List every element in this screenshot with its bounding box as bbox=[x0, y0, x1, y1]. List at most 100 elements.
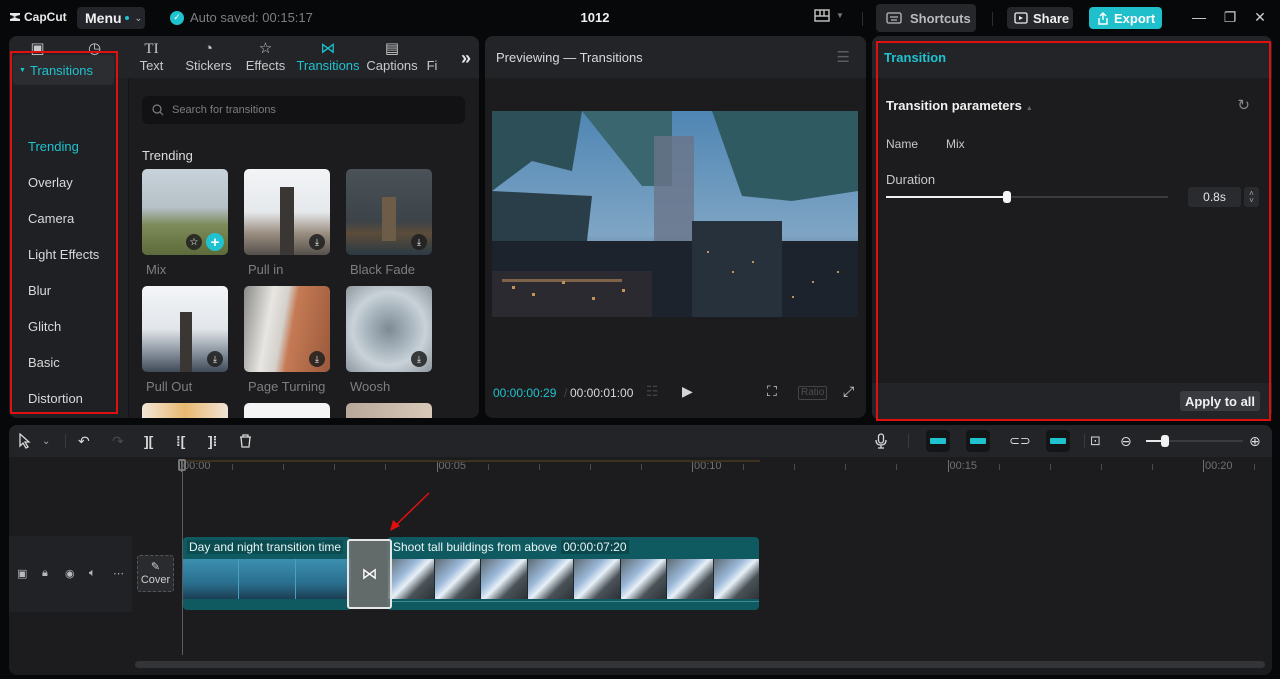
edit-pencil-icon: ✎ bbox=[150, 560, 161, 573]
transition-name: Mix bbox=[146, 262, 167, 277]
magnet-snap-toggle[interactable] bbox=[926, 430, 950, 452]
hamburger-menu-icon[interactable]: ☰ bbox=[837, 48, 850, 66]
download-icon[interactable]: ⤓ bbox=[207, 351, 223, 367]
caret-up-icon: ▲ bbox=[1025, 105, 1033, 112]
tab-effects[interactable]: ☆ Effects bbox=[237, 36, 294, 78]
transition-thumb-pull-in[interactable]: ⤓ bbox=[244, 169, 330, 255]
work-area-bar bbox=[182, 460, 760, 462]
capcut-logo-icon bbox=[10, 13, 20, 21]
cover-button[interactable]: ✎ Cover bbox=[137, 555, 174, 592]
split-right-icon[interactable]: ]⁞ bbox=[208, 432, 217, 450]
duration-label: Duration bbox=[886, 172, 936, 187]
layout-icon bbox=[814, 9, 830, 22]
duration-slider[interactable] bbox=[886, 191, 1168, 203]
ruler-tick bbox=[743, 464, 745, 470]
shortcuts-button[interactable]: Shortcuts bbox=[876, 4, 976, 32]
transition-thumb[interactable] bbox=[142, 403, 228, 418]
restore-icon[interactable]: ❐ bbox=[1222, 9, 1238, 25]
divider bbox=[992, 12, 993, 26]
reset-icon[interactable]: ↻ bbox=[1237, 96, 1250, 114]
video-clip[interactable]: Shoot tall buildings from above 00:00:07:… bbox=[387, 537, 759, 610]
tab-text[interactable]: TI Text bbox=[123, 36, 180, 78]
timeline-panel: ⌄ ↶ ↷ ][ ⁞[ ]⁞ ⊂⊃ ⊡ ⊖ ⊕ 00:00 00:05 00:10 0… bbox=[9, 425, 1272, 675]
add-icon[interactable]: + bbox=[206, 233, 224, 251]
transition-bowtie-icon: ⋈ bbox=[361, 566, 378, 583]
delete-icon[interactable] bbox=[239, 432, 252, 450]
speaker-icon[interactable]: 🔈︎ bbox=[89, 567, 96, 580]
transition-marker[interactable]: ⋈ bbox=[347, 539, 392, 609]
download-icon[interactable]: ⤓ bbox=[309, 351, 325, 367]
transition-thumb-black-fade[interactable]: ⤓ bbox=[346, 169, 432, 255]
slider-handle[interactable] bbox=[1003, 191, 1012, 203]
duration-input[interactable]: 0.8s bbox=[1188, 187, 1241, 207]
download-icon[interactable]: ⤓ bbox=[411, 234, 427, 250]
autosave-text: Auto saved: 00:15:17 bbox=[190, 10, 313, 25]
favorite-icon[interactable]: ☆ bbox=[186, 234, 202, 250]
more-tabs-icon[interactable]: » bbox=[461, 48, 471, 69]
download-icon[interactable]: ⤓ bbox=[411, 351, 427, 367]
menu-button[interactable]: Menu ⌄ bbox=[77, 7, 145, 29]
download-icon[interactable]: ⤓ bbox=[309, 234, 325, 250]
fullscreen-icon[interactable]: ⤢ bbox=[843, 383, 854, 400]
export-button[interactable]: Export bbox=[1089, 7, 1162, 29]
split-icon[interactable]: ][ bbox=[144, 432, 153, 450]
zoom-fit-icon[interactable]: ⛶ bbox=[767, 383, 777, 400]
transition-thumb[interactable] bbox=[346, 403, 432, 418]
share-button[interactable]: Share bbox=[1007, 7, 1073, 29]
tab-captions[interactable]: ▤ Captions bbox=[362, 36, 422, 78]
slider-handle[interactable] bbox=[1161, 435, 1170, 447]
chevron-down-icon[interactable]: ⌄ bbox=[42, 432, 50, 450]
select-cursor-icon[interactable] bbox=[18, 432, 32, 450]
lock-icon[interactable]: 🔒︎ bbox=[42, 567, 48, 580]
zoom-to-fit-icon[interactable]: ⊡ bbox=[1090, 432, 1101, 450]
link-icon[interactable]: ⊂⊃ bbox=[1009, 432, 1031, 450]
zoom-in-icon[interactable]: ⊕ bbox=[1249, 432, 1261, 450]
auto-snap-toggle[interactable] bbox=[966, 430, 990, 452]
quality-grid-icon[interactable]: ☷ bbox=[646, 383, 659, 400]
share-label: Share bbox=[1033, 10, 1070, 26]
transition-search[interactable] bbox=[142, 96, 465, 124]
tab-transitions[interactable]: ⋈ Transitions bbox=[294, 36, 362, 78]
linkage-icon bbox=[970, 438, 986, 444]
timeline-zoom-slider[interactable] bbox=[1146, 435, 1243, 447]
ratio-button[interactable]: Ratio bbox=[798, 386, 828, 400]
video-clip[interactable]: Day and night transition time bbox=[183, 537, 351, 610]
eye-icon[interactable]: ◉ bbox=[65, 567, 75, 580]
microphone-icon[interactable] bbox=[875, 432, 887, 450]
chevron-down-icon[interactable]: ˅ bbox=[1249, 197, 1254, 205]
search-icon bbox=[152, 104, 164, 116]
track-header: ▣ 🔒︎ ◉ 🔈︎ ⋯ bbox=[9, 536, 132, 612]
minimize-icon[interactable]: — bbox=[1191, 9, 1207, 25]
playhead-handle[interactable] bbox=[178, 459, 186, 471]
inspector-tab-transition[interactable]: Transition bbox=[884, 50, 946, 65]
duration-stepper[interactable]: ˄ ˅ bbox=[1244, 187, 1259, 207]
export-label: Export bbox=[1114, 10, 1156, 26]
close-icon[interactable]: ✕ bbox=[1252, 9, 1268, 25]
apply-to-all-button[interactable]: Apply to all bbox=[1180, 391, 1260, 411]
playhead[interactable] bbox=[182, 459, 183, 655]
tab-filters[interactable]: Fi bbox=[422, 36, 442, 78]
undo-icon[interactable]: ↶ bbox=[78, 432, 90, 450]
tab-stickers[interactable]: ◔ Stickers bbox=[180, 36, 237, 78]
transition-thumb-mix[interactable]: ☆ + bbox=[142, 169, 228, 255]
horizontal-scrollbar[interactable] bbox=[135, 661, 1265, 668]
transition-thumb[interactable] bbox=[244, 403, 330, 418]
total-time: 00:00:01:00 bbox=[570, 386, 634, 400]
zoom-out-icon[interactable]: ⊖ bbox=[1120, 432, 1132, 450]
section-title[interactable]: Transition parameters ▲ bbox=[886, 98, 1033, 113]
clip-title: Day and night transition time bbox=[187, 540, 344, 554]
inspector-panel: Transition Transition parameters ▲ ↻ Name… bbox=[872, 36, 1272, 420]
transition-thumb-pull-out[interactable]: ⤓ bbox=[142, 286, 228, 372]
play-icon[interactable]: ▶ bbox=[682, 383, 693, 400]
layout-button[interactable]: ▼ bbox=[814, 9, 844, 22]
split-left-icon[interactable]: ⁞[ bbox=[176, 432, 185, 450]
current-time: 00:00:00:29 bbox=[493, 386, 557, 400]
preview-axis-toggle[interactable] bbox=[1046, 430, 1070, 452]
track-video-icon[interactable]: ▣ bbox=[17, 567, 27, 580]
more-icon[interactable]: ⋯ bbox=[113, 567, 124, 580]
redo-icon[interactable]: ↷ bbox=[112, 432, 124, 450]
search-input[interactable] bbox=[172, 104, 452, 116]
highlight-box bbox=[10, 51, 118, 414]
transition-thumb-woosh[interactable]: ⤓ bbox=[346, 286, 432, 372]
transition-thumb-page-turning[interactable]: ⤓ bbox=[244, 286, 330, 372]
